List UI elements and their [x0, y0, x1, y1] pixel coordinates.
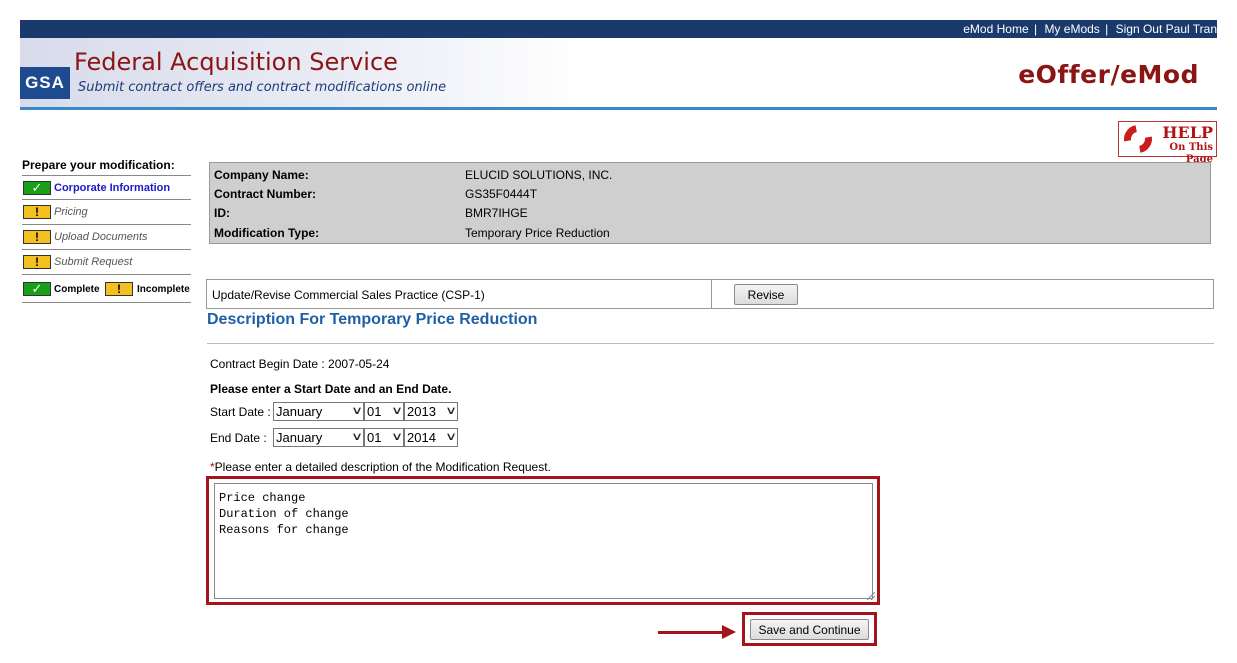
end-day-select[interactable]: 01 ∨: [364, 428, 404, 447]
sidebar-item-pricing[interactable]: ! Pricing: [22, 200, 191, 225]
app-name: eOffer/eMod: [1018, 60, 1199, 89]
site-title: Federal Acquisition Service: [74, 48, 398, 76]
sidebar-item-label[interactable]: Pricing: [54, 206, 88, 218]
chevron-down-icon: ∨: [390, 431, 404, 443]
start-month-select[interactable]: January ∨: [273, 402, 364, 421]
end-year-select[interactable]: 2014 ∨: [404, 428, 458, 447]
sidebar-item-label[interactable]: Upload Documents: [54, 231, 148, 243]
warning-glyph: !: [117, 282, 121, 296]
contract-info-panel: Company Name: ELUCID SOLUTIONS, INC. Con…: [209, 162, 1211, 244]
contract-label: Contract Number:: [214, 187, 317, 201]
textarea-highlight: Price change Duration of change Reasons …: [206, 476, 880, 605]
legend-complete-label: Complete: [54, 284, 100, 295]
date-instruction: Please enter a Start Date and an End Dat…: [210, 382, 452, 396]
contract-begin-date: Contract Begin Date : 2007-05-24: [210, 357, 390, 371]
complete-check-icon: ✓: [23, 180, 51, 195]
arrow-head-icon: [722, 625, 736, 639]
my-emods-link[interactable]: My eMods: [1044, 22, 1099, 36]
nav-separator: |: [1105, 22, 1109, 36]
banner-divider: [20, 107, 1217, 110]
incomplete-warning-icon: !: [105, 282, 133, 296]
complete-check-icon: ✓: [23, 281, 51, 296]
sidebar-item-submit-request[interactable]: ! Submit Request: [22, 250, 191, 275]
start-day-value: 01: [367, 404, 382, 419]
start-year-value: 2013: [407, 404, 436, 419]
save-button-highlight: Save and Continue: [742, 612, 877, 646]
help-label: HELP On This Page: [1153, 124, 1213, 166]
sign-out-link[interactable]: Sign Out Paul Tran: [1116, 22, 1217, 36]
end-year-value: 2014: [407, 430, 436, 445]
warning-glyph: !: [35, 205, 39, 219]
company-label: Company Name:: [214, 168, 309, 182]
start-year-select[interactable]: 2013 ∨: [404, 402, 458, 421]
modification-type-label: Modification Type:: [214, 226, 320, 240]
csp-divider: [711, 280, 712, 308]
chevron-down-icon: ∨: [350, 431, 364, 443]
incomplete-warning-icon: !: [23, 205, 51, 219]
sidebar-item-label[interactable]: Corporate Information: [54, 182, 170, 194]
revise-button[interactable]: Revise: [734, 284, 798, 305]
end-date-label: End Date :: [210, 431, 267, 445]
required-note: *Please enter a detailed description of …: [210, 460, 551, 474]
top-nav-bar: eMod Home | My eMods | Sign Out Paul Tra…: [20, 20, 1217, 38]
start-day-select[interactable]: 01 ∨: [364, 402, 404, 421]
chevron-down-icon: ∨: [444, 431, 458, 443]
modification-type-value: Temporary Price Reduction: [465, 226, 610, 240]
sidebar-item-corporate-information[interactable]: ✓ Corporate Information: [22, 175, 191, 200]
site-banner: GSA Federal Acquisition Service Submit c…: [20, 38, 1217, 108]
warning-glyph: !: [35, 255, 39, 269]
check-glyph: ✓: [31, 281, 43, 296]
help-button[interactable]: HELP On This Page: [1118, 119, 1217, 165]
section-title: Description For Temporary Price Reductio…: [207, 311, 538, 328]
chevron-down-icon: ∨: [390, 405, 404, 417]
status-legend: ✓ Complete ! Incomplete: [22, 275, 191, 303]
end-day-value: 01: [367, 430, 382, 445]
legend-incomplete-label: Incomplete: [137, 284, 190, 295]
section-divider: [207, 343, 1214, 344]
resize-grip-icon[interactable]: [867, 592, 875, 600]
csp-row: Update/Revise Commercial Sales Practice …: [206, 279, 1214, 309]
csp-label: Update/Revise Commercial Sales Practice …: [212, 288, 485, 302]
company-value: ELUCID SOLUTIONS, INC.: [465, 168, 613, 182]
contract-value: GS35F0444T: [465, 187, 538, 201]
id-label: ID:: [214, 206, 230, 220]
emod-home-link[interactable]: eMod Home: [963, 22, 1028, 36]
sidebar-title: Prepare your modification:: [22, 158, 175, 172]
start-month-value: January: [276, 404, 323, 419]
id-value: BMR7IHGE: [465, 206, 528, 220]
chevron-down-icon: ∨: [350, 405, 364, 417]
incomplete-warning-icon: !: [23, 230, 51, 244]
start-date-label: Start Date :: [210, 405, 271, 419]
top-nav: eMod Home | My eMods | Sign Out Paul Tra…: [963, 22, 1217, 36]
progress-sidebar: Prepare your modification: ✓ Corporate I…: [22, 158, 191, 303]
save-and-continue-button[interactable]: Save and Continue: [750, 619, 869, 640]
lifebuoy-icon: [1118, 119, 1158, 159]
required-note-text: Please enter a detailed description of t…: [214, 460, 551, 474]
nav-separator: |: [1033, 22, 1038, 36]
description-textarea[interactable]: Price change Duration of change Reasons …: [214, 483, 873, 599]
incomplete-warning-icon: !: [23, 255, 51, 269]
end-month-value: January: [276, 430, 323, 445]
help-title: HELP: [1162, 123, 1213, 142]
warning-glyph: !: [35, 230, 39, 244]
chevron-down-icon: ∨: [444, 405, 458, 417]
gsa-logo: GSA: [20, 67, 70, 99]
sidebar-item-upload-documents[interactable]: ! Upload Documents: [22, 225, 191, 250]
site-subtitle: Submit contract offers and contract modi…: [78, 80, 447, 95]
end-month-select[interactable]: January ∨: [273, 428, 364, 447]
sidebar-item-label[interactable]: Submit Request: [54, 256, 132, 268]
check-glyph: ✓: [31, 180, 43, 195]
pointer-arrow: [658, 631, 724, 634]
